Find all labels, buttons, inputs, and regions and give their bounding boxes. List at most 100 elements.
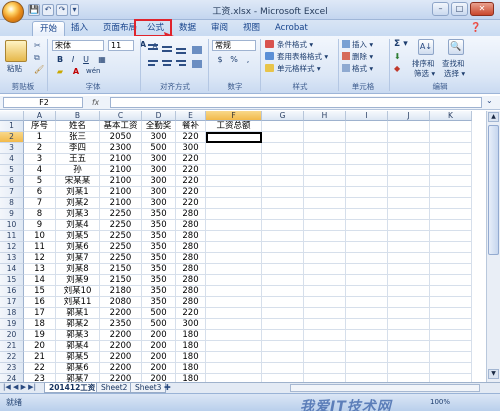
table-cell[interactable] [304,253,346,264]
table-cell[interactable] [304,308,346,319]
table-cell[interactable]: 280 [176,275,206,286]
table-cell[interactable] [346,231,388,242]
table-cell[interactable]: 350 [142,220,176,231]
table-cell[interactable]: 300 [142,165,176,176]
save-icon[interactable]: 💾 [28,4,40,16]
italic-button[interactable]: I [67,55,79,66]
table-cell[interactable] [388,176,430,187]
table-cell[interactable] [262,275,304,286]
table-cell[interactable]: 2180 [100,286,142,297]
row-header[interactable]: 11 [0,231,24,242]
table-cell[interactable] [304,209,346,220]
table-cell[interactable]: 2050 [100,132,142,143]
table-cell[interactable] [206,363,262,374]
table-cell[interactable]: 姓名 [56,121,100,132]
table-cell[interactable] [388,374,430,382]
table-cell[interactable] [346,209,388,220]
table-cell[interactable] [206,275,262,286]
column-header[interactable]: A [24,111,56,121]
table-cell[interactable]: 刘某1 [56,187,100,198]
row-header[interactable]: 2 [0,132,24,143]
copy-icon[interactable]: ⧉ [34,53,40,63]
vertical-scrollbar[interactable]: ▲ ▼ [486,111,500,382]
table-cell[interactable]: 280 [176,209,206,220]
table-cell[interactable] [346,198,388,209]
table-cell[interactable]: 300 [176,319,206,330]
table-cell[interactable] [262,341,304,352]
table-cell[interactable] [430,231,472,242]
row-header[interactable]: 21 [0,341,24,352]
table-cell[interactable] [388,121,430,132]
table-cell[interactable]: 2200 [100,374,142,382]
table-cell[interactable]: 300 [142,154,176,165]
name-box[interactable]: F2 [3,97,83,108]
table-cell[interactable] [206,297,262,308]
table-cell[interactable]: 280 [176,297,206,308]
table-cell[interactable] [304,286,346,297]
table-cell[interactable]: 11 [24,242,56,253]
fx-icon[interactable]: fx [92,98,99,107]
phonetic-icon[interactable]: wén [86,67,100,75]
table-cell[interactable] [430,176,472,187]
table-cell[interactable]: 300 [142,176,176,187]
table-cell[interactable] [388,253,430,264]
table-cell[interactable] [430,165,472,176]
fill-color-icon[interactable]: ▰ [54,67,66,78]
table-cell[interactable]: 13 [24,264,56,275]
table-cell[interactable] [388,330,430,341]
table-cell[interactable] [206,374,262,382]
table-cell[interactable] [304,363,346,374]
row-header[interactable]: 18 [0,308,24,319]
table-cell[interactable] [430,121,472,132]
table-cell[interactable] [262,308,304,319]
table-cell[interactable] [304,154,346,165]
delete-cells-button[interactable]: 删除 ▾ [352,51,373,62]
table-cell[interactable] [388,242,430,253]
table-cell[interactable]: 餐补 [176,121,206,132]
clear-icon[interactable]: ◆ [394,64,400,73]
zoom-level[interactable]: 100% [430,398,450,406]
table-cell[interactable]: 2250 [100,209,142,220]
scroll-thumb[interactable] [488,125,499,255]
table-cell[interactable] [206,231,262,242]
table-cell[interactable] [388,154,430,165]
table-cell[interactable] [304,374,346,382]
table-cell[interactable] [262,374,304,382]
table-cell[interactable]: 350 [142,231,176,242]
table-cell[interactable]: 500 [142,319,176,330]
table-cell[interactable] [304,176,346,187]
table-cell[interactable] [206,308,262,319]
table-cell[interactable]: 孙 [56,165,100,176]
tab-acrobat[interactable]: Acrobat [268,21,315,36]
format-cells-button[interactable]: 格式 ▾ [352,63,373,74]
table-cell[interactable] [262,319,304,330]
table-cell[interactable]: 刘某9 [56,275,100,286]
find-select-icon[interactable]: 🔍 [448,39,464,55]
table-cell[interactable] [206,264,262,275]
table-cell[interactable]: 500 [142,308,176,319]
font-name-select[interactable]: 宋体 [52,40,104,51]
table-cell[interactable] [388,220,430,231]
tab-home[interactable]: 开始 [32,21,66,36]
table-cell[interactable]: 郭某6 [56,363,100,374]
table-cell[interactable] [262,176,304,187]
insert-cells-button[interactable]: 插入 ▾ [352,39,373,50]
table-cell[interactable]: 220 [176,198,206,209]
table-cell[interactable] [262,286,304,297]
table-cell[interactable] [304,220,346,231]
font-color-icon[interactable]: A [70,67,82,78]
row-header[interactable]: 9 [0,209,24,220]
table-cell[interactable] [388,363,430,374]
table-cell[interactable] [206,341,262,352]
table-cell[interactable]: 10 [24,231,56,242]
table-cell[interactable] [346,165,388,176]
table-cell[interactable]: 220 [176,165,206,176]
table-cell[interactable] [388,297,430,308]
minimize-button[interactable]: – [432,2,449,16]
table-cell[interactable] [388,275,430,286]
table-cell[interactable] [206,319,262,330]
column-header[interactable]: C [100,111,142,121]
row-header[interactable]: 10 [0,220,24,231]
table-cell[interactable]: 220 [176,187,206,198]
table-cell[interactable]: 2100 [100,198,142,209]
